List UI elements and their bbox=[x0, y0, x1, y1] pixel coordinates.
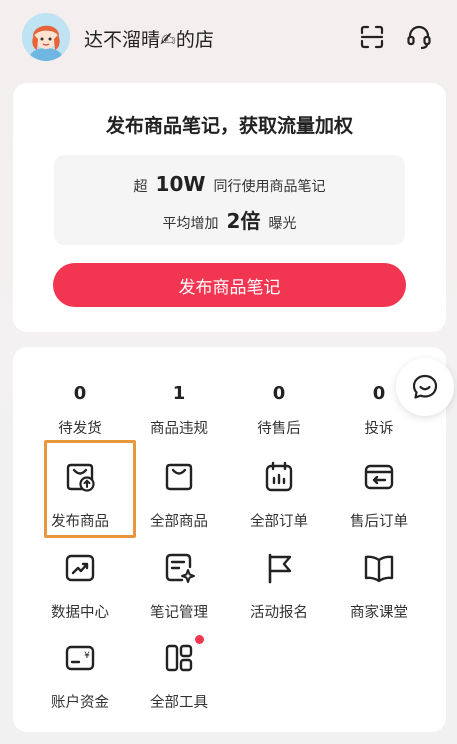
return-icon bbox=[362, 460, 396, 494]
tool-label: 活动报名 bbox=[250, 605, 308, 621]
count-value: 0 bbox=[73, 383, 87, 404]
publish-card-title: 发布商品笔记，获取流量加权 bbox=[105, 115, 353, 137]
count-product-violation[interactable]: 1 商品违规 bbox=[129, 383, 229, 438]
tool-all-orders[interactable]: 全部订单 bbox=[229, 460, 329, 531]
publish-note-button[interactable]: 发布商品笔记 bbox=[53, 263, 406, 307]
count-pending-shipment[interactable]: 0 待发货 bbox=[30, 383, 130, 438]
tool-data-center[interactable]: 数据中心 bbox=[30, 551, 130, 622]
tool-label: 商家课堂 bbox=[350, 605, 408, 621]
tool-label: 全部工具 bbox=[150, 695, 208, 711]
tool-note-management[interactable]: 笔记管理 bbox=[129, 551, 229, 622]
stat-line-users: 超 10W 同行使用商品笔记 bbox=[54, 172, 405, 196]
shop-name[interactable]: 达不溜晴✍的店 bbox=[84, 25, 214, 52]
trend-chart-icon bbox=[63, 551, 97, 585]
chat-bubble-icon bbox=[412, 374, 438, 399]
shop-tools-card: 0 待发货 1 商品违规 0 待售后 0 投诉 发布商品 全部商品 全部订单 售… bbox=[13, 347, 446, 732]
notification-dot bbox=[195, 635, 204, 644]
shop-avatar[interactable] bbox=[22, 13, 70, 61]
clipboard-chart-icon bbox=[262, 460, 296, 494]
tool-label: 全部订单 bbox=[250, 514, 308, 530]
tool-label: 全部商品 bbox=[150, 514, 208, 530]
scan-icon[interactable] bbox=[357, 22, 387, 52]
shop-header: 达不溜晴✍的店 bbox=[0, 0, 457, 78]
stat-suffix: 同行使用商品笔记 bbox=[213, 179, 326, 195]
tool-label: 售后订单 bbox=[350, 514, 408, 530]
stats-box: 超 10W 同行使用商品笔记 平均增加 2倍 曝光 bbox=[54, 155, 405, 245]
stat-prefix: 平均增加 bbox=[162, 216, 219, 232]
count-label: 投诉 bbox=[364, 421, 394, 437]
headset-icon[interactable] bbox=[404, 22, 434, 52]
grid-tools-icon bbox=[162, 635, 204, 675]
flag-icon bbox=[262, 551, 296, 585]
tool-aftersale-orders[interactable]: 售后订单 bbox=[329, 460, 429, 531]
tool-merchant-class[interactable]: 商家课堂 bbox=[329, 551, 429, 622]
tool-event-signup[interactable]: 活动报名 bbox=[229, 551, 329, 622]
stat-value: 10W bbox=[155, 172, 206, 196]
svg-text:¥: ¥ bbox=[84, 651, 90, 661]
count-pending-aftersale[interactable]: 0 待售后 bbox=[229, 383, 329, 438]
tool-label: 发布商品 bbox=[51, 514, 109, 530]
count-label: 待发货 bbox=[58, 421, 102, 437]
count-label: 商品违规 bbox=[150, 421, 208, 437]
girl-avatar-icon bbox=[22, 13, 70, 61]
tool-publish-product[interactable]: 发布商品 bbox=[30, 460, 130, 531]
stat-suffix: 曝光 bbox=[268, 216, 297, 232]
tool-all-products[interactable]: 全部商品 bbox=[129, 460, 229, 531]
tool-label: 数据中心 bbox=[51, 605, 109, 621]
wallet-icon: ¥ bbox=[63, 641, 97, 675]
stat-line-exposure: 平均增加 2倍 曝光 bbox=[54, 205, 405, 234]
bag-upload-icon bbox=[63, 460, 97, 494]
count-label: 待售后 bbox=[257, 421, 301, 437]
bag-icon bbox=[162, 460, 196, 494]
floating-chat-button[interactable] bbox=[396, 358, 454, 416]
stat-prefix: 超 bbox=[133, 179, 148, 195]
count-value: 1 bbox=[172, 383, 186, 404]
tool-all-tools[interactable]: 全部工具 bbox=[129, 635, 229, 712]
stat-value: 2倍 bbox=[226, 209, 261, 233]
tool-label: 笔记管理 bbox=[150, 605, 208, 621]
book-icon bbox=[362, 551, 396, 585]
note-sparkle-icon bbox=[162, 551, 196, 585]
publish-note-card: 发布商品笔记，获取流量加权 超 10W 同行使用商品笔记 平均增加 2倍 曝光 发布商品… bbox=[13, 83, 446, 332]
tool-account-funds[interactable]: ¥ 账户资金 bbox=[30, 641, 130, 712]
tool-label: 账户资金 bbox=[51, 695, 109, 711]
count-value: 0 bbox=[272, 383, 286, 404]
